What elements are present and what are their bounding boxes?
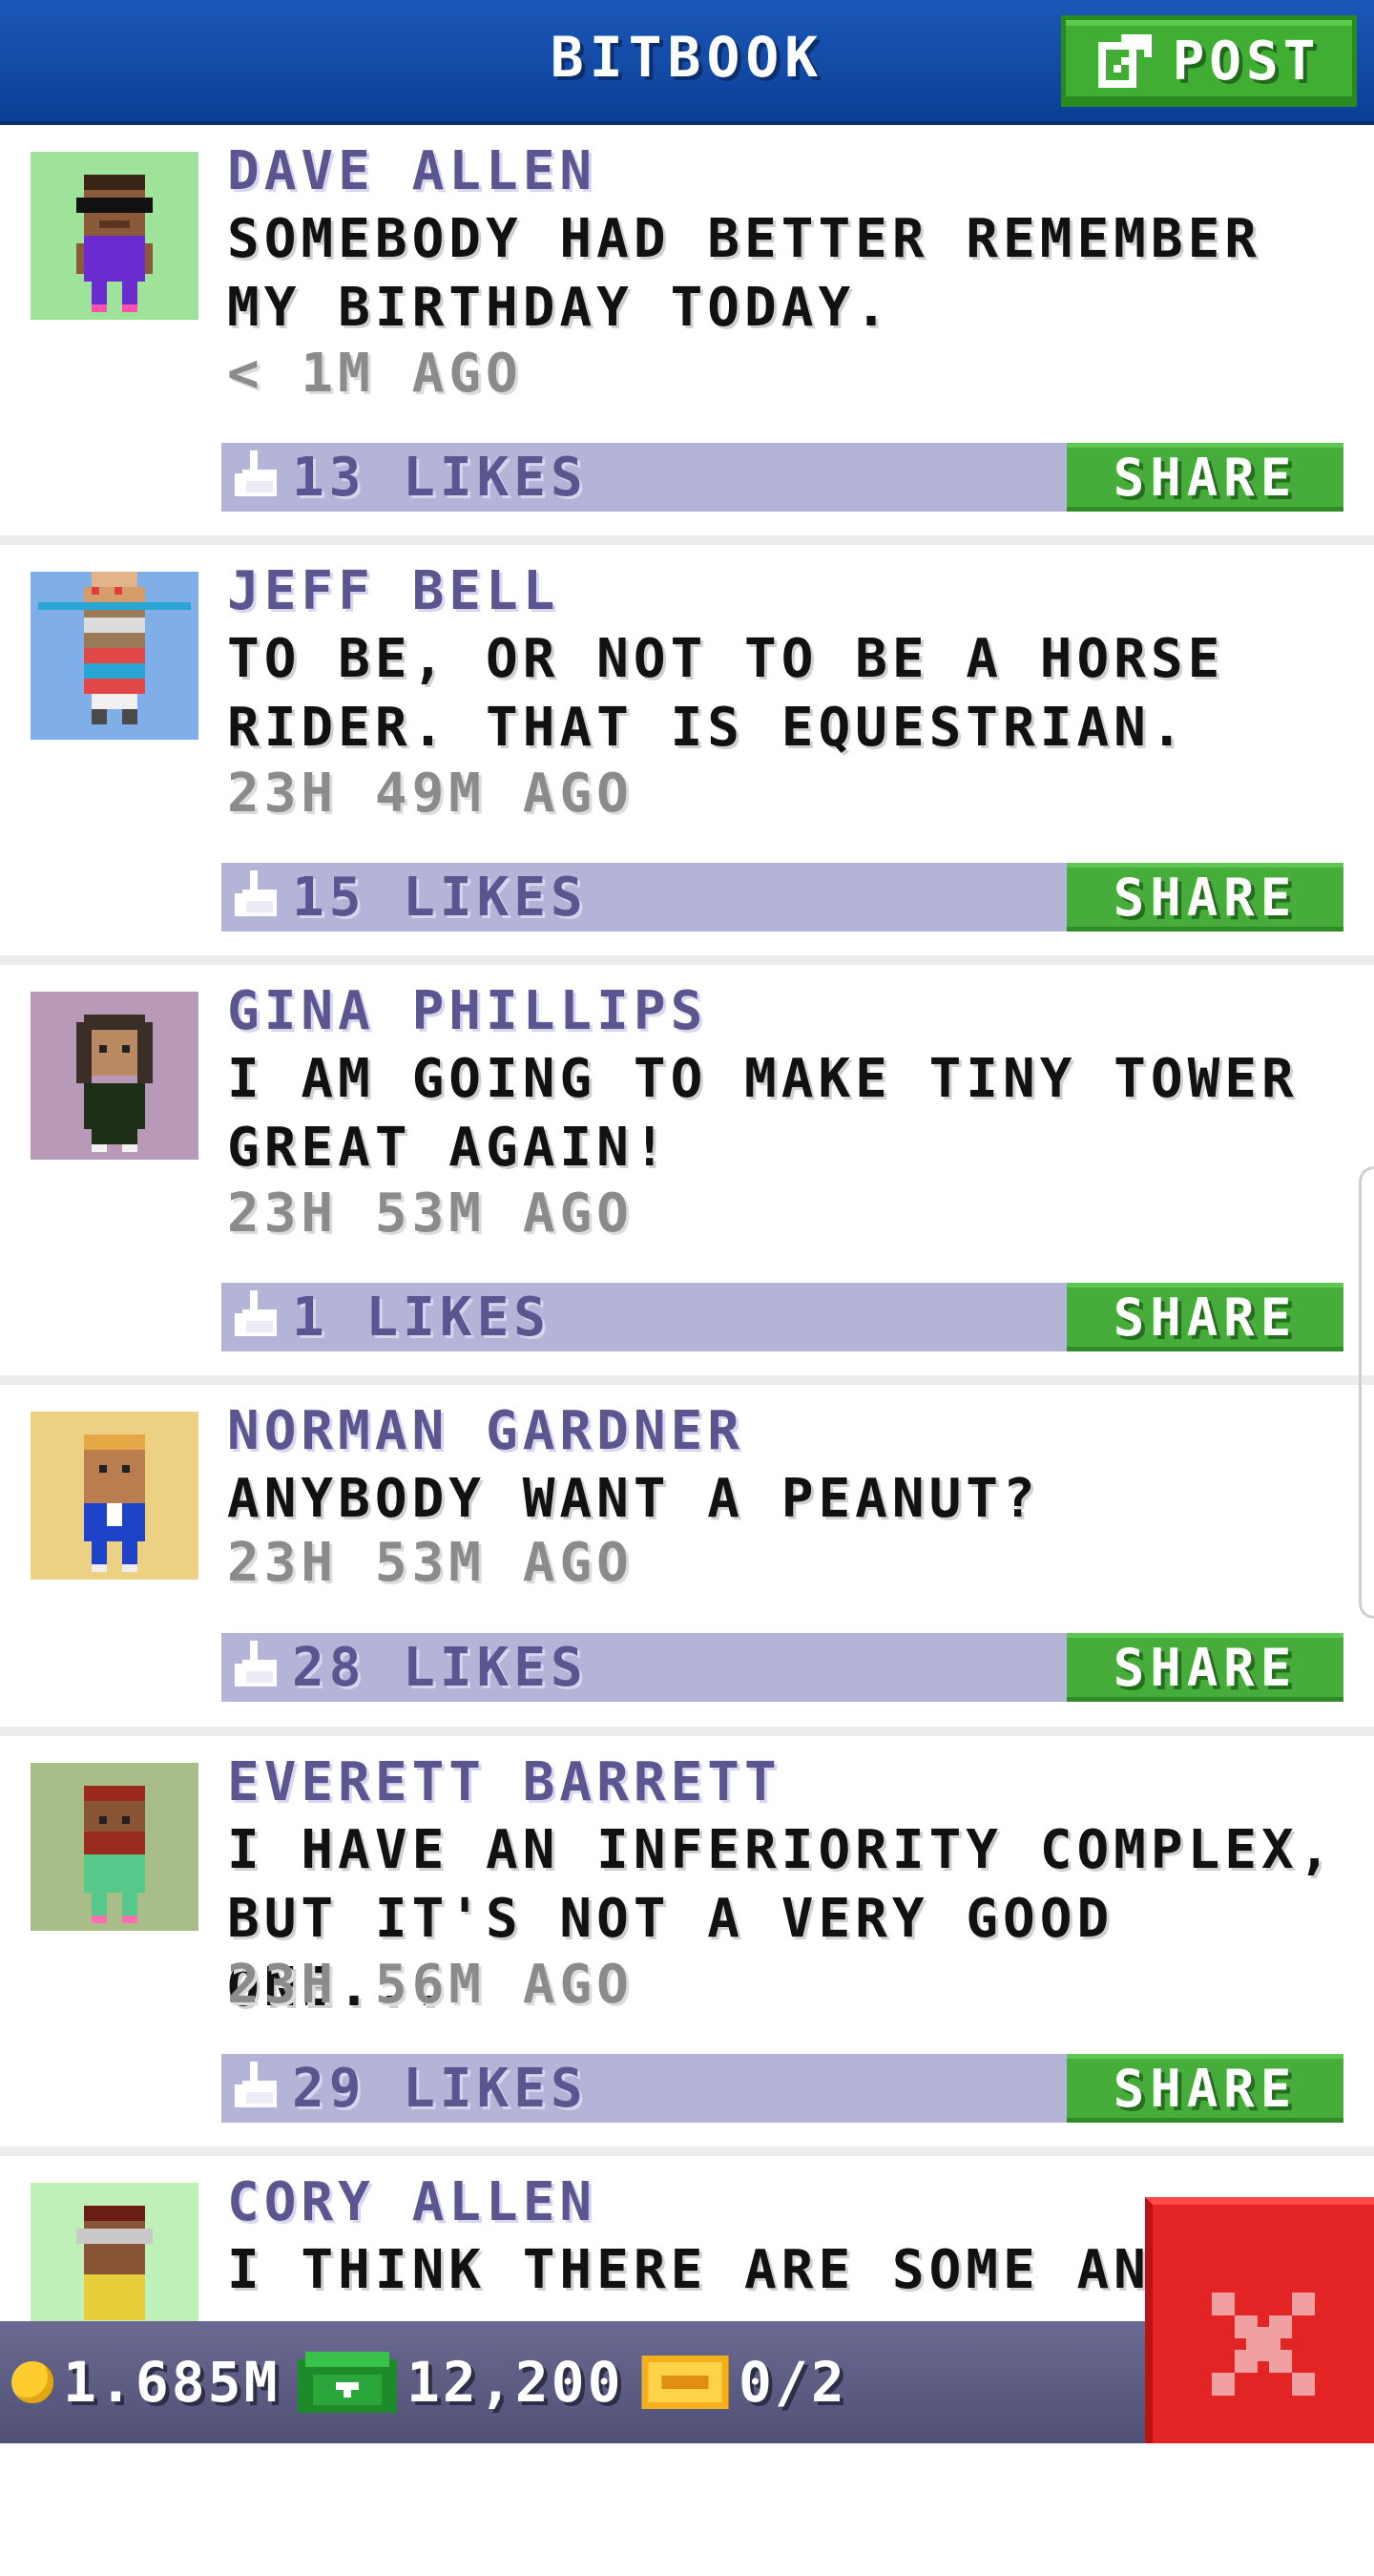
thumbs-up-icon xyxy=(235,2062,277,2107)
like-count: 28 LIKES xyxy=(292,1637,588,1699)
post-text: ANYBODY WANT A PEANUT? xyxy=(227,1468,1040,1530)
like-count: 13 LIKES xyxy=(292,447,588,509)
avatar[interactable] xyxy=(31,992,198,1160)
like-bar[interactable]: 28 LIKES SHARE xyxy=(221,1633,1343,1702)
post-time: < 1M AGO xyxy=(227,343,523,405)
avatar[interactable] xyxy=(31,1763,198,1931)
bux-value: 12,200 xyxy=(406,2350,624,2415)
post-time: 23H 49M AGO xyxy=(227,763,634,825)
like-bar[interactable]: 13 LIKES SHARE xyxy=(221,443,1343,512)
post-button[interactable]: POST xyxy=(1061,15,1357,107)
ticket-icon xyxy=(641,2356,729,2409)
feed-post: EVERETT BARRETT I HAVE AN INFERIORITY CO… xyxy=(0,1736,1374,2156)
coin-icon xyxy=(11,2361,53,2403)
share-button[interactable]: SHARE xyxy=(1067,1283,1343,1351)
share-button[interactable]: SHARE xyxy=(1067,443,1343,512)
feed-post: NORMAN GARDNER ANYBODY WANT A PEANUT? 23… xyxy=(0,1385,1374,1736)
like-bar[interactable]: 15 LIKES SHARE xyxy=(221,863,1343,932)
feed-post: JEFF BELL TO BE, OR NOT TO BE A HORSE RI… xyxy=(0,545,1374,965)
post-author: GINA PHILLIPS xyxy=(227,980,708,1042)
avatar[interactable] xyxy=(31,572,198,740)
post-author: CORY ALLEN xyxy=(227,2171,597,2233)
like-count: 15 LIKES xyxy=(292,867,588,929)
pencil-icon xyxy=(1097,34,1152,88)
post-text: I AM GOING TO MAKE TINY TOWER GREAT AGAI… xyxy=(227,1048,1299,1179)
like-count: 1 LIKES xyxy=(292,1287,552,1349)
avatar[interactable] xyxy=(31,152,198,320)
thumbs-up-icon xyxy=(235,1290,277,1336)
like-bar[interactable]: 1 LIKES SHARE xyxy=(221,1283,1343,1351)
post-author: DAVE ALLEN xyxy=(227,140,597,202)
bux-stat: 12,200 xyxy=(298,2348,624,2417)
share-button[interactable]: SHARE xyxy=(1067,1633,1343,1702)
post-text: SOMEBODY HAD BETTER REMEMBER MY BIRTHDAY… xyxy=(227,208,1262,339)
feed-post: GINA PHILLIPS I AM GOING TO MAKE TINY TO… xyxy=(0,965,1374,1385)
coins-stat: 1.685M xyxy=(11,2348,281,2417)
thumbs-up-icon xyxy=(235,450,277,496)
close-button[interactable] xyxy=(1145,2197,1374,2443)
thumbs-up-icon xyxy=(235,1641,277,1686)
header-bar: BITBOOK POST xyxy=(0,0,1374,125)
share-button[interactable]: SHARE xyxy=(1067,2054,1343,2123)
share-button[interactable]: SHARE xyxy=(1067,863,1343,932)
post-author: EVERETT BARRETT xyxy=(227,1751,781,1813)
like-bar[interactable]: 29 LIKES SHARE xyxy=(221,2054,1343,2123)
post-time: 23H 53M AGO xyxy=(227,1183,634,1245)
bux-icon xyxy=(298,2352,397,2413)
post-author: JEFF BELL xyxy=(227,560,560,622)
post-text: TO BE, OR NOT TO BE A HORSE RIDER. THAT … xyxy=(227,628,1225,759)
post-time: 23H 53M AGO xyxy=(227,1532,634,1594)
avatar[interactable] xyxy=(31,1412,198,1580)
coins-value: 1.685M xyxy=(63,2350,281,2415)
thumbs-up-icon xyxy=(235,870,277,916)
feed-post: DAVE ALLEN SOMEBODY HAD BETTER REMEMBER … xyxy=(0,125,1374,545)
post-author: NORMAN GARDNER xyxy=(227,1400,745,1462)
tickets-stat: 0/2 xyxy=(641,2348,847,2417)
tickets-value: 0/2 xyxy=(739,2350,847,2415)
post-button-label: POST xyxy=(1172,30,1321,93)
close-icon xyxy=(1212,2293,1315,2396)
post-time: 23H 56M AGO xyxy=(227,1954,634,2016)
scroll-indicator[interactable] xyxy=(1359,1166,1374,1619)
like-count: 29 LIKES xyxy=(292,2058,588,2120)
